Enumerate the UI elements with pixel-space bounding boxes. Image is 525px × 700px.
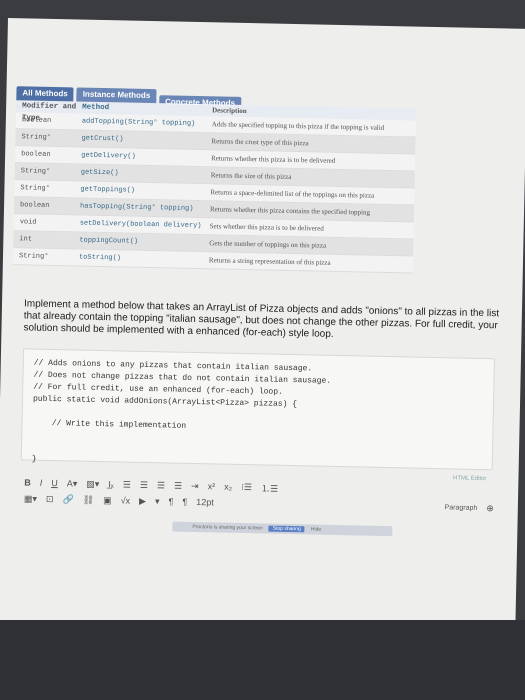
italic-icon[interactable]: I (40, 478, 43, 488)
row-method-link[interactable]: getToppings() (80, 182, 210, 201)
row-method-link[interactable]: toString() (79, 250, 209, 269)
row-method-link[interactable]: getDelivery() (81, 148, 211, 167)
embed-icon[interactable]: ⊡ (46, 493, 54, 504)
ltr-icon[interactable]: ¶ (168, 496, 173, 506)
table-body: boolean addTopping(String° topping) Adds t… (12, 112, 416, 274)
screen-share-banner: Proctorio is sharing your screen Stop sh… (172, 521, 393, 537)
rtl-icon[interactable]: ¶ (182, 497, 187, 507)
record-icon[interactable]: ▾ (155, 496, 160, 507)
row-type: boolean (21, 116, 52, 125)
code-text[interactable]: // Adds onions to any pizzas that contai… (32, 358, 484, 475)
row-type: String° (18, 252, 49, 261)
row-type: String° (21, 133, 51, 142)
superscript-icon[interactable]: x² (208, 481, 216, 491)
row-method-link[interactable]: addTopping(String° topping) (82, 114, 212, 133)
unlink-icon[interactable]: ⛓ (83, 494, 95, 505)
tab-all-methods[interactable]: All Methods (16, 86, 74, 102)
justify-icon[interactable]: ☰ (174, 480, 182, 491)
bullet-list-icon[interactable]: ⁝☰ (241, 481, 252, 492)
image-icon[interactable]: ▣ (103, 495, 112, 506)
stop-sharing-button[interactable]: Stop sharing (268, 525, 305, 533)
row-method-link[interactable]: toppingCount() (79, 233, 209, 252)
row-method-link[interactable]: getSize() (81, 165, 211, 184)
media-icon[interactable]: ▶ (139, 495, 146, 506)
highlight-icon[interactable]: ▨▾ (86, 478, 99, 489)
row-type: boolean (21, 150, 51, 159)
align-right-icon[interactable]: ☰ (157, 480, 165, 491)
row-type: void (19, 218, 37, 227)
clear-format-icon[interactable]: I̲ₓ (108, 479, 114, 489)
align-center-icon[interactable]: ☰ (140, 479, 148, 490)
question-text: Implement a method below that takes an A… (23, 298, 500, 340)
row-method-link[interactable]: hasTopping(String° topping) (80, 199, 210, 218)
row-method-link[interactable]: setDelivery(boolean delivery) (80, 216, 210, 235)
align-left-icon[interactable]: ☰ (123, 479, 131, 490)
row-type: String° (20, 184, 50, 193)
font-size-select[interactable]: 12pt (196, 497, 214, 507)
html-editor-link[interactable]: HTML Editor (453, 475, 487, 482)
bold-icon[interactable]: B (24, 477, 31, 487)
code-answer-editor[interactable]: // Adds onions to any pizzas that contai… (20, 348, 495, 471)
numbered-list-icon[interactable]: ⒈☰ (261, 481, 278, 494)
indent-icon[interactable]: ⇥ (191, 480, 199, 491)
row-type: String° (20, 167, 51, 176)
row-method-link[interactable]: getCrust() (81, 131, 211, 150)
row-type: int (19, 235, 33, 244)
editor-toolbar: B I U A▾ ▨▾ I̲ₓ ☰ ☰ ☰ ☰ ⇥ x² x₂ ⁝☰ ⒈☰ ▦▾… (24, 474, 495, 518)
equation-icon[interactable]: √x (121, 495, 131, 505)
underline-icon[interactable]: U (51, 478, 58, 488)
accessibility-icon[interactable]: ⊕ (486, 503, 494, 514)
browser-content: All Methods Instance Methods Concrete Me… (0, 18, 525, 669)
paragraph-select[interactable]: Paragraph (445, 504, 478, 512)
table-icon[interactable]: ▦▾ (24, 493, 37, 504)
api-method-table: All Methods Instance Methods Concrete Me… (12, 86, 417, 274)
row-type: boolean (19, 201, 50, 210)
subscript-icon[interactable]: x₂ (224, 482, 232, 492)
font-color-icon[interactable]: A▾ (67, 478, 78, 489)
share-status-text: Proctorio is sharing your screen (192, 523, 263, 532)
row-description: Returns a string representation of this … (208, 256, 331, 267)
hide-button[interactable]: Hide (311, 526, 321, 532)
link-icon[interactable]: 🔗 (62, 494, 73, 505)
monitor-bezel (0, 620, 525, 700)
